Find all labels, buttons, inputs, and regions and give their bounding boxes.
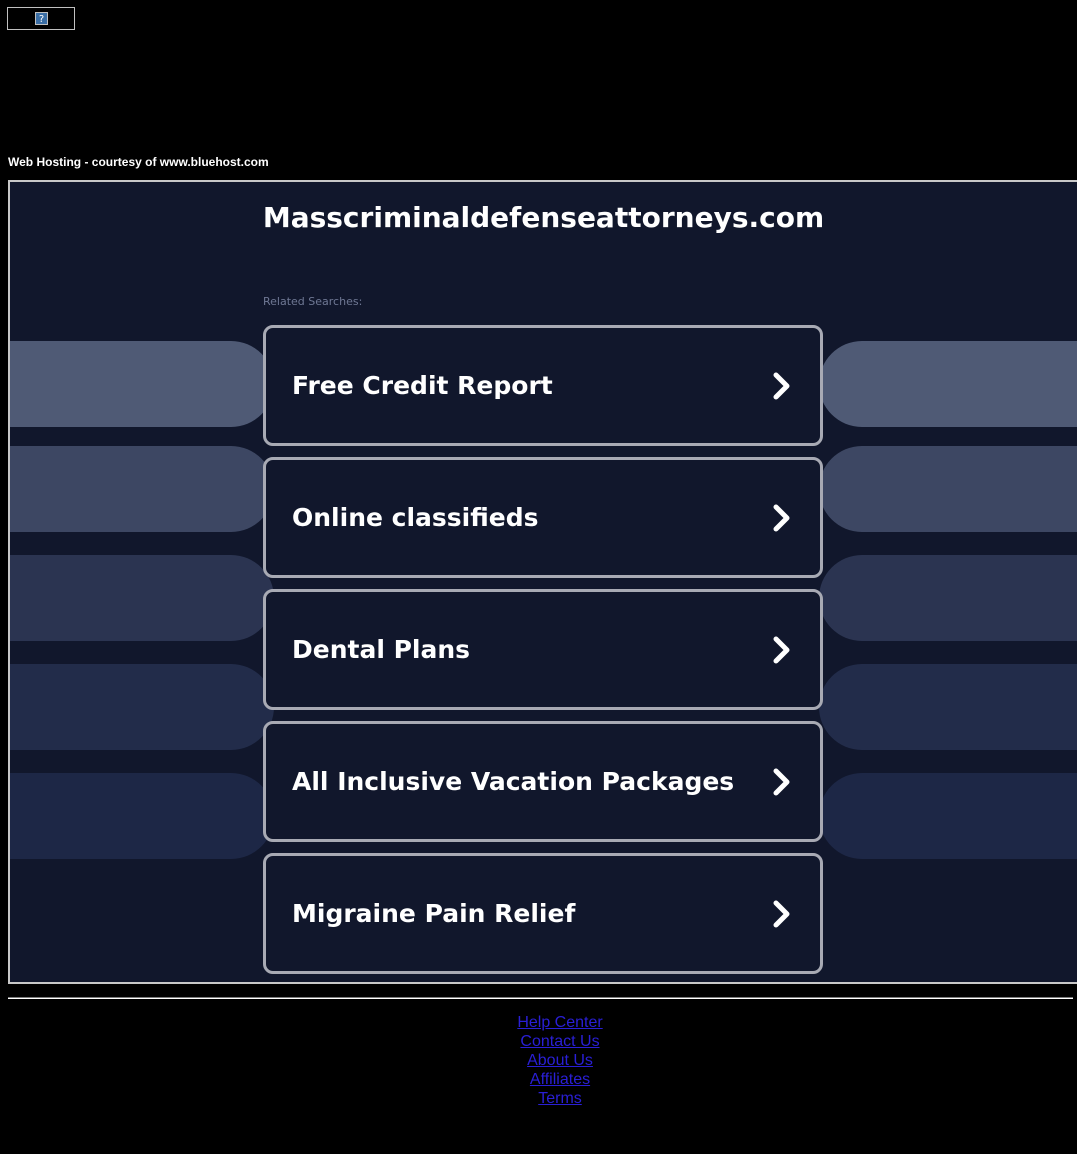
chevron-right-icon — [773, 900, 790, 928]
footer-links: Help Center Contact Us About Us Affiliat… — [0, 1013, 1077, 1108]
parked-domain-frame: Masscriminaldefenseattorneys.com Related… — [8, 180, 1077, 984]
search-item-label: All Inclusive Vacation Packages — [292, 767, 735, 796]
search-item-online-classifieds[interactable]: Online classifieds — [263, 457, 823, 578]
decorative-band-left-5 — [10, 773, 274, 859]
search-item-label: Online classifieds — [292, 503, 539, 532]
decorative-band-right-4 — [819, 664, 1077, 750]
footer-link-about-us[interactable]: About Us — [0, 1051, 1077, 1070]
decorative-band-right-1 — [819, 341, 1077, 427]
search-item-free-credit-report[interactable]: Free Credit Report — [263, 325, 823, 446]
search-item-all-inclusive-vacation-packages[interactable]: All Inclusive Vacation Packages — [263, 721, 823, 842]
page: ? Web Hosting - courtesy of www.bluehost… — [0, 0, 1077, 1154]
decorative-band-right-3 — [819, 555, 1077, 641]
footer-link-help-center[interactable]: Help Center — [0, 1013, 1077, 1032]
search-item-label: Dental Plans — [292, 635, 471, 664]
chevron-right-icon — [773, 636, 790, 664]
search-item-label: Migraine Pain Relief — [292, 899, 576, 928]
related-searches-label: Related Searches: — [263, 295, 363, 308]
decorative-band-left-4 — [10, 664, 274, 750]
footer-link-contact-us[interactable]: Contact Us — [0, 1032, 1077, 1051]
chevron-right-icon — [773, 504, 790, 532]
decorative-band-left-2 — [10, 446, 274, 532]
search-item-migraine-pain-relief[interactable]: Migraine Pain Relief — [263, 853, 823, 974]
chevron-right-icon — [773, 768, 790, 796]
search-item-label: Free Credit Report — [292, 371, 553, 400]
search-item-dental-plans[interactable]: Dental Plans — [263, 589, 823, 710]
broken-image-placeholder[interactable]: ? — [7, 7, 75, 30]
hosting-credit-text: Web Hosting - courtesy of www.bluehost.c… — [8, 155, 269, 169]
question-mark-icon: ? — [35, 12, 48, 25]
horizontal-divider — [8, 997, 1073, 999]
footer-link-affiliates[interactable]: Affiliates — [0, 1070, 1077, 1089]
decorative-band-right-5 — [819, 773, 1077, 859]
decorative-band-right-2 — [819, 446, 1077, 532]
domain-title: Masscriminaldefenseattorneys.com — [262, 201, 825, 234]
chevron-right-icon — [773, 372, 790, 400]
decorative-band-left-1 — [10, 341, 274, 427]
decorative-band-left-3 — [10, 555, 274, 641]
footer-link-terms[interactable]: Terms — [0, 1089, 1077, 1108]
